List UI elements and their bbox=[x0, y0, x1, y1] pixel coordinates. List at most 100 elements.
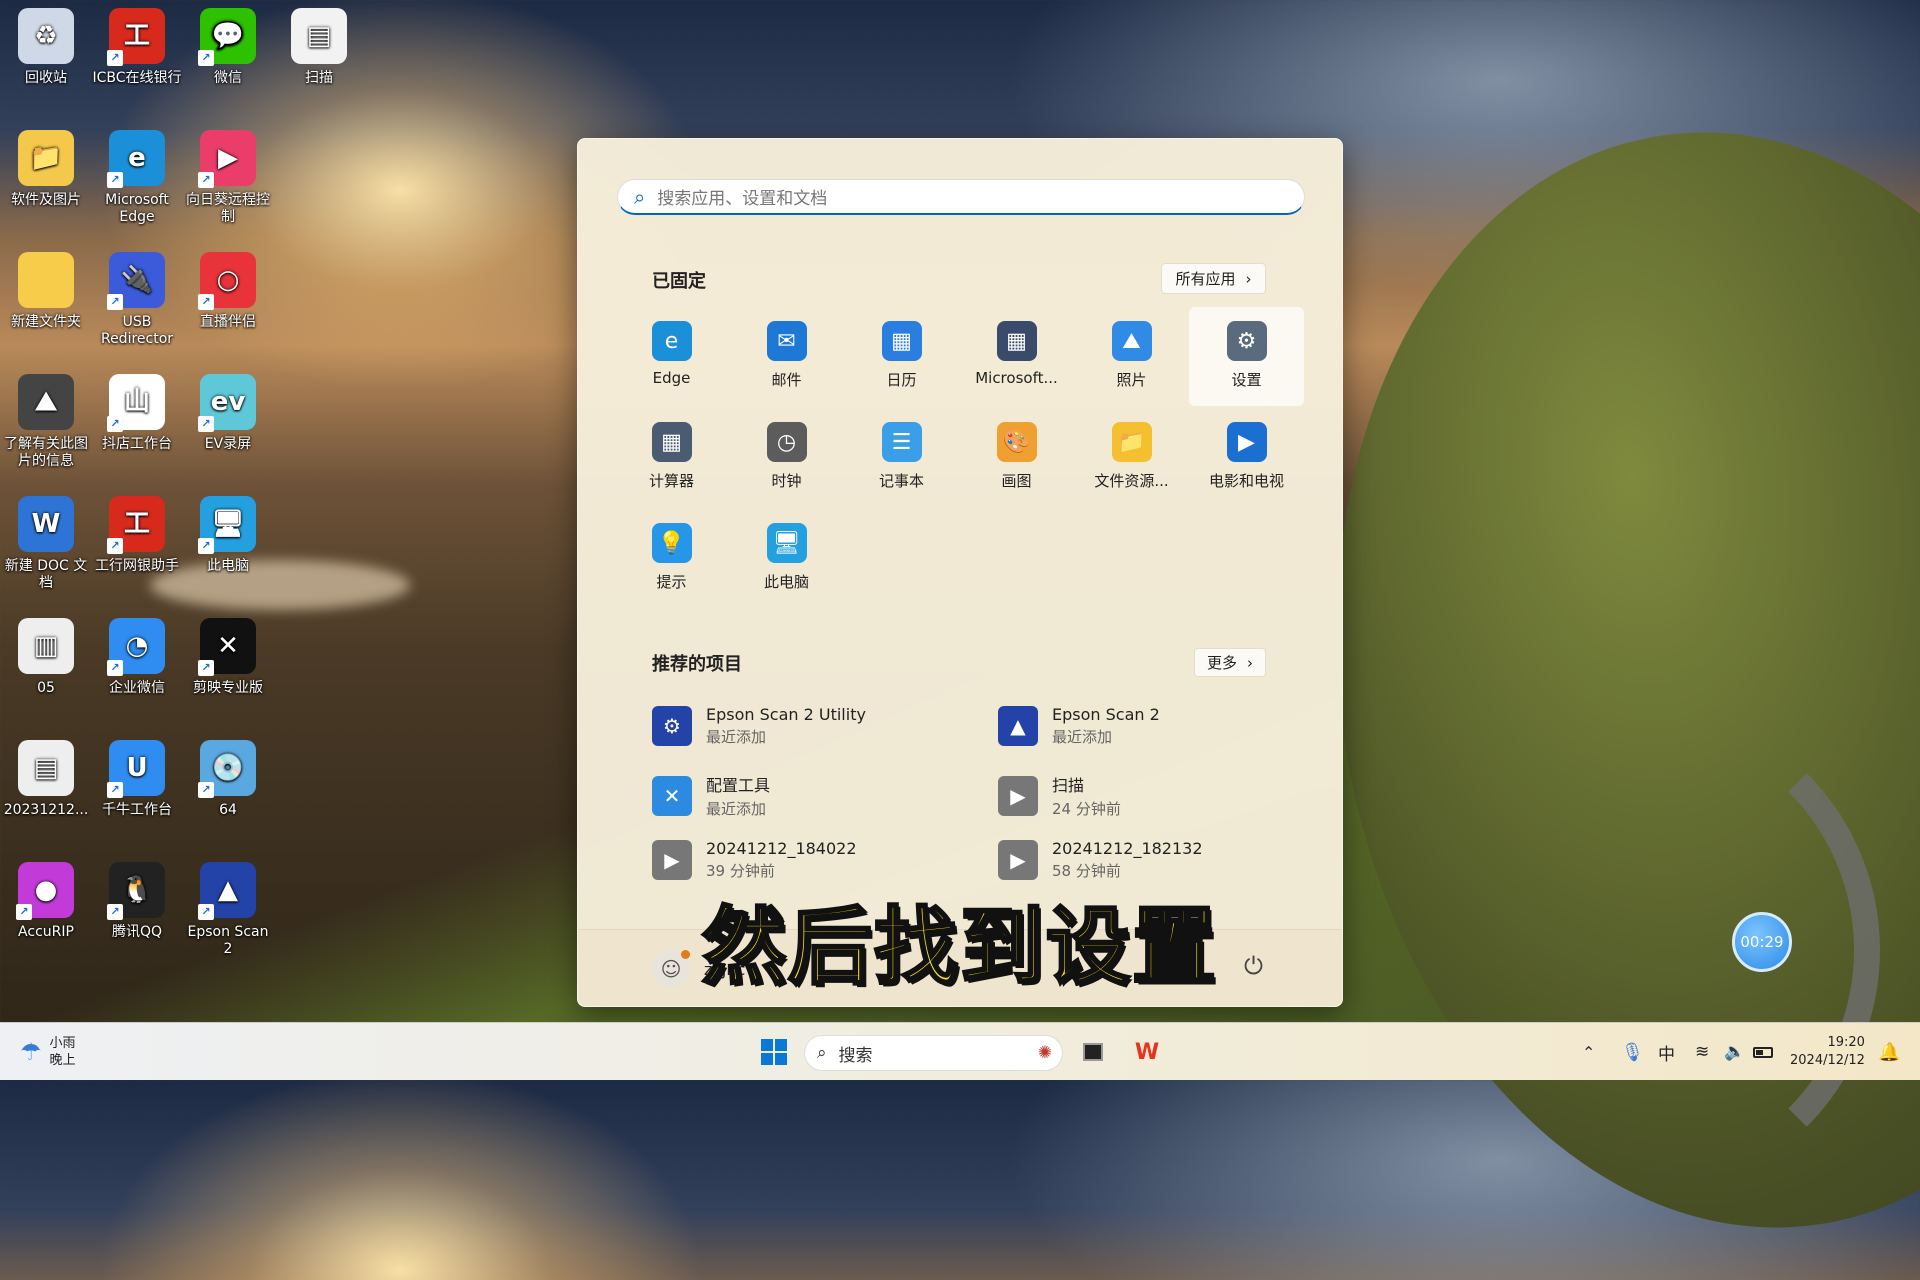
pinned-app[interactable]: ⛰ 照片 bbox=[1074, 307, 1189, 406]
app-icon: ○ ↗ bbox=[198, 252, 256, 310]
desktop-icon[interactable]: ev ↗ EV录屏 bbox=[182, 374, 274, 453]
pinned-app[interactable]: ⚙ 设置 bbox=[1189, 307, 1304, 406]
desktop-icon[interactable]: 💬 ↗ 微信 bbox=[182, 8, 274, 87]
pinned-app[interactable]: ◷ 时钟 bbox=[729, 408, 844, 507]
show-hidden-icons-chevron-icon[interactable]: ⌃ bbox=[1582, 1023, 1595, 1081]
recording-timer[interactable]: 00:29 bbox=[1732, 912, 1792, 972]
file-icon: ⚙ bbox=[652, 706, 692, 746]
desktop-icon-label: 抖店工作台 bbox=[102, 436, 172, 452]
pinned-app[interactable]: ▶ 电影和电视 bbox=[1189, 408, 1304, 507]
pinned-app[interactable]: ▦ 日历 bbox=[844, 307, 959, 406]
recommended-title: 扫描 bbox=[1052, 776, 1085, 795]
desktop-icon[interactable]: 🔌 ↗ USB Redirector bbox=[91, 252, 183, 348]
desktop-icon[interactable]: 新建文件夹 bbox=[0, 252, 92, 331]
shortcut-arrow-icon: ↗ bbox=[198, 416, 214, 432]
start-search-input[interactable]: ⌕ 搜索应用、设置和文档 bbox=[617, 179, 1305, 215]
app-icon: 工 ↗ bbox=[107, 496, 165, 554]
recommended-item[interactable]: ▶ 20241212_182132 58 分钟前 bbox=[998, 839, 1328, 881]
weather-widget[interactable]: ☂ 小雨 晚上 bbox=[20, 1023, 76, 1081]
file-icon: ▶ bbox=[998, 840, 1038, 880]
desktop-icon-label: 软件及图片 bbox=[11, 192, 81, 208]
app-icon: ▶ bbox=[1226, 422, 1267, 462]
app-icon: ⛰ bbox=[1111, 321, 1152, 361]
shortcut-arrow-icon: ↗ bbox=[107, 660, 123, 676]
desktop-icon[interactable]: W 新建 DOC 文档 bbox=[0, 496, 92, 592]
notification-bell-icon[interactable]: 🔔 bbox=[1878, 1023, 1900, 1081]
app-icon: 💬 ↗ bbox=[198, 8, 256, 66]
desktop-icon[interactable]: ✕ ↗ 剪映专业版 bbox=[182, 618, 274, 697]
desktop-icon[interactable]: 💿 ↗ 64 bbox=[182, 740, 274, 819]
task-view-button[interactable] bbox=[1078, 1023, 1108, 1081]
desktop-icon[interactable]: 工 ↗ ICBC在线银行 bbox=[91, 8, 183, 87]
pinned-app[interactable]: 🖥 此电脑 bbox=[729, 509, 844, 608]
desktop-icon[interactable]: 山 ↗ 抖店工作台 bbox=[91, 374, 183, 453]
battery-icon[interactable] bbox=[1753, 1023, 1773, 1081]
app-icon: ▤ bbox=[18, 740, 74, 796]
wps-icon[interactable]: W bbox=[1132, 1023, 1162, 1081]
recommended-item[interactable]: ▲ Epson Scan 2 最近添加 bbox=[998, 705, 1328, 747]
recommended-item[interactable]: ▶ 20241212_184022 39 分钟前 bbox=[652, 839, 982, 881]
shortcut-arrow-icon: ↗ bbox=[107, 782, 123, 798]
search-icon: ⌕ bbox=[817, 1043, 827, 1063]
wifi-icon[interactable]: ≋ bbox=[1695, 1023, 1709, 1081]
app-icon: 🖥 ↗ bbox=[198, 496, 256, 554]
clock[interactable]: 19:20 2024/12/12 bbox=[1790, 1023, 1865, 1081]
pinned-app-label: 此电脑 bbox=[763, 573, 809, 591]
recommended-subtitle: 24 分钟前 bbox=[1052, 800, 1121, 818]
pinned-app[interactable]: ▦ 计算器 bbox=[614, 408, 729, 507]
desktop-icon[interactable]: ▥ 05 bbox=[0, 618, 92, 697]
app-icon: ♻ bbox=[18, 8, 74, 64]
taskbar-search[interactable]: ⌕ 搜索 ✺ bbox=[804, 1035, 1063, 1071]
desktop-icon-label: 向日葵远程控制 bbox=[186, 192, 270, 225]
desktop-icon[interactable]: ▶ ↗ 向日葵远程控制 bbox=[182, 130, 274, 226]
app-icon: 📁 bbox=[18, 130, 74, 186]
pinned-app-label: 时钟 bbox=[771, 472, 802, 490]
microphone-icon[interactable]: 🎙 bbox=[1621, 1023, 1644, 1081]
desktop-icon[interactable]: ◔ ↗ 企业微信 bbox=[91, 618, 183, 697]
pinned-app[interactable]: 🎨 画图 bbox=[959, 408, 1074, 507]
desktop-icon[interactable]: ▤ 扫描 bbox=[273, 8, 365, 87]
app-icon: 💿 ↗ bbox=[198, 740, 256, 798]
pinned-title: 已固定 bbox=[652, 271, 706, 292]
start-button[interactable] bbox=[756, 1023, 792, 1081]
rain-icon: ☂ bbox=[20, 1038, 42, 1066]
pinned-app[interactable]: ☰ 记事本 bbox=[844, 408, 959, 507]
recommended-title: 配置工具 bbox=[706, 776, 771, 795]
desktop-icon[interactable]: 🖥 ↗ 此电脑 bbox=[182, 496, 274, 575]
app-icon: 工 ↗ bbox=[107, 8, 165, 66]
desktop-icon[interactable]: 📁 软件及图片 bbox=[0, 130, 92, 209]
desktop-icon[interactable]: e ↗ Microsoft Edge bbox=[91, 130, 183, 226]
desktop-icon[interactable]: ▤ 20231212... bbox=[0, 740, 92, 819]
app-icon: ▤ bbox=[291, 8, 347, 64]
app-icon: 🖥 bbox=[766, 523, 807, 563]
desktop-icon-label: ICBC在线银行 bbox=[92, 70, 182, 86]
recommended-item[interactable]: ▶ 扫描 24 分钟前 bbox=[998, 772, 1328, 819]
pinned-app-label: 计算器 bbox=[648, 472, 694, 490]
all-apps-button[interactable]: 所有应用 › bbox=[1161, 263, 1266, 294]
shortcut-arrow-icon: ↗ bbox=[107, 172, 123, 188]
desktop-icon[interactable]: ⛰ 了解有关此图片的信息 bbox=[0, 374, 92, 470]
pinned-app[interactable]: ✉ 邮件 bbox=[729, 307, 844, 406]
pinned-app[interactable]: ▦ Microsoft... bbox=[959, 307, 1074, 406]
app-icon: 📁 bbox=[1111, 422, 1152, 462]
app-icon: 🔌 ↗ bbox=[107, 252, 165, 310]
app-icon: e ↗ bbox=[107, 130, 165, 188]
task-view-icon bbox=[1083, 1043, 1103, 1061]
pinned-app[interactable]: 📁 文件资源... bbox=[1074, 408, 1189, 507]
pinned-app[interactable]: 💡 提示 bbox=[614, 509, 729, 608]
desktop-icon[interactable]: ♻ 回收站 bbox=[0, 8, 92, 87]
recommended-item[interactable]: ✕ 配置工具 最近添加 bbox=[652, 772, 982, 819]
pinned-app[interactable]: e Edge bbox=[614, 307, 729, 406]
desktop-icon-label: 直播伴侣 bbox=[200, 314, 256, 330]
desktop-icon-label: 扫描 bbox=[305, 70, 333, 86]
recommended-item[interactable]: ⚙ Epson Scan 2 Utility 最近添加 bbox=[652, 705, 982, 747]
search-icon: ⌕ bbox=[634, 184, 646, 209]
desktop-icon-label: 了解有关此图片的信息 bbox=[4, 436, 88, 469]
volume-icon[interactable]: 🔈 bbox=[1724, 1023, 1745, 1081]
more-button[interactable]: 更多 › bbox=[1194, 648, 1266, 677]
ime-indicator[interactable]: 中 bbox=[1658, 1023, 1675, 1081]
desktop-icon[interactable]: ○ ↗ 直播伴侣 bbox=[182, 252, 274, 331]
desktop-icon[interactable]: 工 ↗ 工行网银助手 bbox=[91, 496, 183, 575]
weather-time: 晚上 bbox=[49, 1053, 76, 1068]
desktop-icon[interactable]: U ↗ 千牛工作台 bbox=[91, 740, 183, 819]
